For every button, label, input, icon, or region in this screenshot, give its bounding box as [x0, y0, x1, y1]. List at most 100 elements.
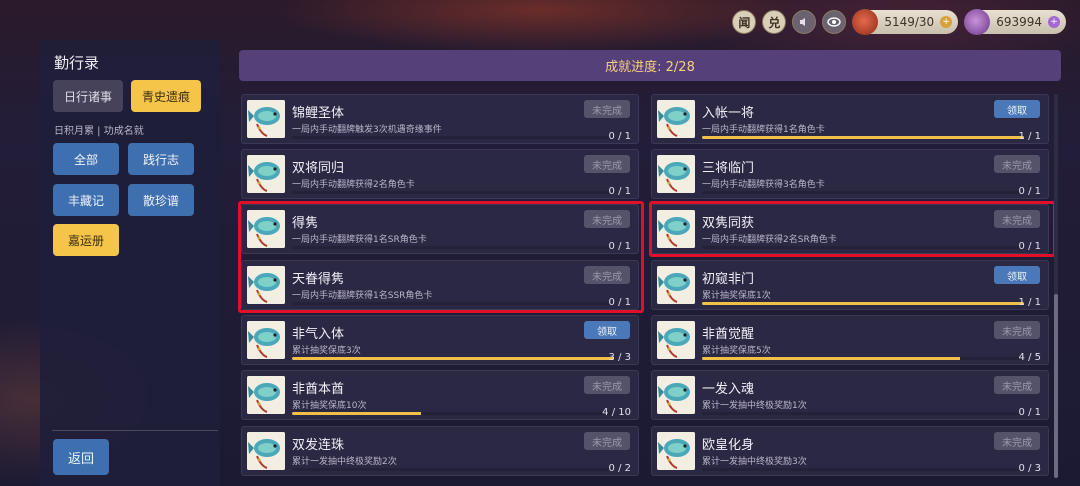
achievement-name: 锦鲤圣体 [292, 106, 345, 121]
achievement-name: 非酋本酋 [292, 382, 345, 397]
achievement-description: 一局内手动翻牌获得3名角色卡 [702, 180, 825, 190]
achievement-description: 累计抽奖保底10次 [292, 401, 367, 411]
achievement-description: 累计一发抽中终极奖励3次 [702, 457, 807, 467]
progress-count: 1 / 1 [1018, 297, 1041, 308]
progress-count: 0 / 1 [1018, 407, 1041, 418]
progress-bar-fill [702, 136, 1024, 139]
news-button[interactable]: 闻 [732, 10, 757, 34]
exchange-button[interactable]: 兑 [762, 10, 787, 34]
fish-icon [657, 321, 695, 359]
achievement-name: 欧皇化身 [702, 438, 755, 453]
achievement-description: 一局内手动翻牌触发3次机遇奇缘事件 [292, 125, 442, 135]
progress-bar [292, 136, 614, 139]
achievement-name: 初窥非门 [702, 272, 755, 287]
claim-button[interactable]: 领取 [994, 266, 1040, 284]
achievement-description: 累计一发抽中终极奖励1次 [702, 401, 807, 411]
progress-bar [702, 136, 1024, 139]
fish-icon [657, 266, 695, 304]
achievement-name: 非气入体 [292, 327, 345, 342]
progress-count: 3 / 3 [608, 352, 631, 363]
resource-bag-counter[interactable]: 5149/30 + [852, 9, 959, 35]
achievement-card: 初窥非门累计抽奖保底1次 领取 1 / 1 [651, 260, 1049, 310]
achievement-name: 三将临门 [702, 161, 755, 176]
eye-icon[interactable] [822, 10, 847, 34]
sidebar-divider [52, 430, 218, 431]
progress-bar [702, 412, 1024, 415]
fish-icon [247, 155, 285, 193]
achievement-description: 累计抽奖保底1次 [702, 291, 771, 301]
fish-icon [247, 321, 285, 359]
progress-bar [292, 412, 614, 415]
progress-bar-fill [702, 357, 960, 360]
sidebar-title: 勤行录 [54, 54, 100, 72]
progress-bar-fill [702, 302, 1024, 305]
resource-bag-value: 5149/30 [884, 15, 935, 29]
achievement-description: 一局内手动翻牌获得1名角色卡 [702, 125, 825, 135]
sidebar-subtitle: 日积月累 | 功成名就 [54, 126, 144, 137]
progress-bar [292, 357, 614, 360]
highlight-box-left [238, 201, 644, 313]
category-practice-button[interactable]: 践行志 [128, 143, 194, 175]
progress-bar [292, 468, 614, 471]
fish-icon [657, 100, 695, 138]
progress-count: 0 / 1 [608, 131, 631, 142]
fish-icon [247, 432, 285, 470]
achievement-description: 一局内手动翻牌获得2名角色卡 [292, 180, 415, 190]
category-fortune-button[interactable]: 嘉运册 [53, 224, 119, 256]
progress-count: 0 / 3 [1018, 463, 1041, 474]
progress-count: 0 / 1 [1018, 186, 1041, 197]
achievement-card: 一发入魂 累计一发抽中终极奖励1次 未完成 0 / 1 [651, 370, 1049, 420]
speaker-icon[interactable] [792, 10, 817, 34]
back-button[interactable]: 返回 [53, 439, 109, 475]
achievement-name: 双发连珠 [292, 438, 345, 453]
highlight-box-right [649, 201, 1056, 257]
tab-history[interactable]: 青史遗痕 [131, 80, 201, 112]
progress-count: 4 / 5 [1018, 352, 1041, 363]
category-collection-button[interactable]: 丰藏记 [53, 184, 119, 216]
achievement-description: 累计抽奖保底3次 [292, 346, 361, 356]
progress-bar [702, 191, 1024, 194]
progress-bar [702, 468, 1024, 471]
resource-purse-value: 693994 [996, 15, 1042, 29]
achievement-card: 非酋本酋累计抽奖保底10次 未完成 4 / 10 [241, 370, 639, 420]
claim-button[interactable]: 领取 [994, 100, 1040, 118]
add-gem-icon[interactable]: + [1048, 16, 1060, 28]
achievement-card: 双将同归一局内手动翻牌获得2名角色卡 未完成 0 / 1 [241, 149, 639, 199]
achievement-card: 锦鲤圣体一局内手动翻牌触发3次机遇奇缘事件 未完成 0 / 1 [241, 94, 639, 144]
purple-purse-icon [964, 9, 991, 35]
claim-button[interactable]: 领取 [584, 321, 630, 339]
sidebar: 勤行录 日行诸事 青史遗痕 日积月累 | 功成名就 全部 践行志 丰藏记 散珍谱… [40, 40, 220, 486]
top-status-bar: 闻 兑 5149/30 + 693994 + [732, 8, 1066, 36]
achievement-card: 入帐一将一局内手动翻牌获得1名角色卡 领取 1 / 1 [651, 94, 1049, 144]
achievement-card: 非酋觉醒 累计抽奖保底5次 未完成 4 / 5 [651, 315, 1049, 365]
progress-bar [702, 357, 1024, 360]
fish-icon [247, 100, 285, 138]
scrollbar[interactable] [1054, 94, 1058, 478]
incomplete-badge: 未完成 [994, 432, 1040, 450]
achievement-card: 非气入体累计抽奖保底3次 领取 3 / 3 [241, 315, 639, 365]
category-all-button[interactable]: 全部 [53, 143, 119, 175]
achievement-name: 双将同归 [292, 161, 345, 176]
progress-count: 4 / 10 [602, 407, 631, 418]
incomplete-badge: 未完成 [584, 432, 630, 450]
achievement-card: 三将临门 一局内手动翻牌获得3名角色卡 未完成 0 / 1 [651, 149, 1049, 199]
fish-icon [657, 155, 695, 193]
tab-daily-tasks[interactable]: 日行诸事 [53, 80, 123, 112]
progress-bar [702, 302, 1024, 305]
resource-purse-counter[interactable]: 693994 + [964, 9, 1066, 35]
scroll-thumb[interactable] [1054, 294, 1058, 478]
progress-bar-fill [292, 412, 421, 415]
incomplete-badge: 未完成 [584, 100, 630, 118]
category-treasure-button[interactable]: 散珍谱 [128, 184, 194, 216]
achievement-description: 累计抽奖保底5次 [702, 346, 771, 356]
incomplete-badge: 未完成 [584, 155, 630, 173]
fish-icon [657, 376, 695, 414]
progress-count: 0 / 2 [608, 463, 631, 474]
progress-count: 1 / 1 [1018, 131, 1041, 142]
achievement-description: 累计一发抽中终极奖励2次 [292, 457, 397, 467]
achievement-name: 入帐一将 [702, 106, 755, 121]
add-coin-icon[interactable]: + [940, 16, 953, 28]
progress-count: 0 / 1 [608, 186, 631, 197]
incomplete-badge: 未完成 [584, 376, 630, 394]
progress-bar [292, 191, 614, 194]
